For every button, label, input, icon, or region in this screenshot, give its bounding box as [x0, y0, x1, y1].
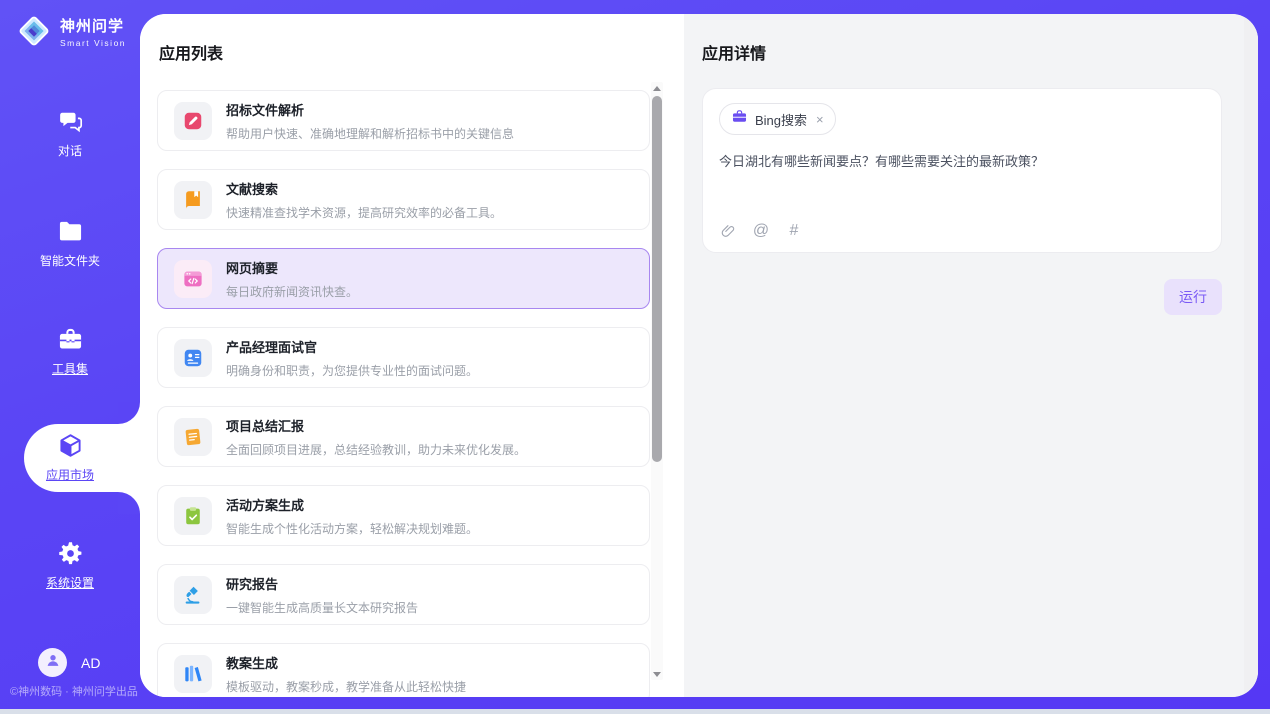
bubble-curve-bottom: [118, 492, 140, 514]
app-item-title: 研究报告: [226, 574, 418, 593]
avatar: [38, 648, 67, 677]
app-item-description: 每日政府新闻资讯快查。: [226, 283, 358, 300]
clipboard-check-icon: [174, 497, 212, 535]
mention-icon[interactable]: @: [752, 222, 770, 240]
folder-icon: [57, 218, 84, 245]
sidebar-item-label: 工具集: [52, 360, 88, 377]
books-icon: [174, 655, 212, 693]
detail-scrollbar-track[interactable]: [1244, 14, 1258, 697]
app-list-item[interactable]: 网页摘要 每日政府新闻资讯快查。: [157, 248, 650, 309]
remove-tool-icon[interactable]: ×: [816, 112, 824, 127]
research-icon: [174, 576, 212, 614]
topic-icon[interactable]: #: [785, 222, 803, 240]
app-list-scrollbar[interactable]: [651, 82, 663, 680]
app-item-description: 智能生成个性化活动方案，轻松解决规划难题。: [226, 520, 478, 537]
prompt-input[interactable]: 今日湖北有哪些新闻要点？有哪些需要关注的最新政策？: [719, 152, 1205, 172]
sidebar-item-1[interactable]: 对话: [0, 108, 140, 159]
app-list-item[interactable]: 文献搜索 快速精准查找学术资源，提高研究效率的必备工具。: [157, 169, 650, 230]
scroll-down-arrow-icon[interactable]: [651, 668, 663, 680]
main-content-card: 应用列表 招标文件解析 帮助用户快速、准确地理解和解析招标书中的关键信息 文献搜…: [140, 14, 1258, 697]
scrollbar-thumb[interactable]: [652, 96, 662, 462]
app-item-title: 教案生成: [226, 653, 466, 672]
briefcase-icon: [731, 108, 748, 130]
web-code-icon: [174, 260, 212, 298]
app-list-item[interactable]: 项目总结汇报 全面回顾项目进展，总结经验教训，助力未来优化发展。: [157, 406, 650, 467]
user-icon: [44, 651, 62, 674]
app-list-title: 应用列表: [159, 40, 650, 64]
app-item-title: 文献搜索: [226, 179, 502, 198]
prompt-card: Bing搜索 × 今日湖北有哪些新闻要点？有哪些需要关注的最新政策？ @#: [702, 88, 1222, 253]
app-detail-title: 应用详情: [702, 40, 1222, 64]
paperclip-icon[interactable]: [719, 222, 737, 240]
run-button[interactable]: 运行: [1164, 279, 1222, 315]
book-icon: [174, 181, 212, 219]
sidebar-item-label: 应用市场: [46, 466, 94, 483]
brand-name: 神州问学: [60, 15, 126, 36]
user-chip[interactable]: AD: [38, 648, 100, 677]
app-list-panel: 应用列表 招标文件解析 帮助用户快速、准确地理解和解析招标书中的关键信息 文献搜…: [140, 14, 684, 697]
app-list-item[interactable]: 活动方案生成 智能生成个性化活动方案，轻松解决规划难题。: [157, 485, 650, 546]
sidebar: 神州问学 Smart Vision 对话 智能文件夹 工具集 应用市场 系统设置…: [0, 0, 140, 709]
brand-logo: 神州问学 Smart Vision: [16, 13, 126, 49]
window-bottom-edge: [0, 709, 1270, 714]
app-item-description: 快速精准查找学术资源，提高研究效率的必备工具。: [226, 204, 502, 221]
sidebar-item-4[interactable]: 应用市场: [0, 432, 140, 483]
sidebar-item-3[interactable]: 工具集: [0, 326, 140, 377]
app-item-title: 网页摘要: [226, 258, 358, 277]
sidebar-item-label: 系统设置: [46, 574, 94, 591]
copyright-footer: ©神州数码 · 神州问学出品: [10, 683, 138, 699]
app-detail-panel: 应用详情 Bing搜索 × 今日湖北有哪些新闻要点？有哪些需要关注的最新政策？ …: [684, 14, 1258, 697]
scroll-up-arrow-icon[interactable]: [651, 82, 663, 94]
app-item-description: 模板驱动，教案秒成，教学准备从此轻松快捷: [226, 678, 466, 695]
sidebar-item-5[interactable]: 系统设置: [0, 540, 140, 591]
app-item-description: 全面回顾项目进展，总结经验教训，助力未来优化发展。: [226, 441, 526, 458]
app-list-item[interactable]: 产品经理面试官 明确身份和职责，为您提供专业性的面试问题。: [157, 327, 650, 388]
app-item-description: 一键智能生成高质量长文本研究报告: [226, 599, 418, 616]
chat-icon: [57, 108, 84, 135]
sidebar-item-2[interactable]: 智能文件夹: [0, 218, 140, 269]
summary-note-icon: [174, 418, 212, 456]
app-list-item[interactable]: 教案生成 模板驱动，教案秒成，教学准备从此轻松快捷: [157, 643, 650, 697]
app-list-item[interactable]: 研究报告 一键智能生成高质量长文本研究报告: [157, 564, 650, 625]
tool-tag-label: Bing搜索: [755, 110, 807, 129]
sidebar-item-label: 智能文件夹: [40, 252, 100, 269]
gear-icon: [57, 540, 84, 567]
interview-icon: [174, 339, 212, 377]
app-item-title: 活动方案生成: [226, 495, 478, 514]
cube-icon: [57, 432, 84, 459]
document-edit-icon: [174, 102, 212, 140]
tool-tag-bing-search[interactable]: Bing搜索 ×: [719, 103, 836, 135]
app-list: 招标文件解析 帮助用户快速、准确地理解和解析招标书中的关键信息 文献搜索 快速精…: [157, 90, 650, 697]
app-item-description: 帮助用户快速、准确地理解和解析招标书中的关键信息: [226, 125, 514, 142]
app-list-item[interactable]: 招标文件解析 帮助用户快速、准确地理解和解析招标书中的关键信息: [157, 90, 650, 151]
app-item-title: 产品经理面试官: [226, 337, 478, 356]
bubble-curve-top: [118, 402, 140, 424]
sidebar-item-label: 对话: [58, 142, 82, 159]
user-name: AD: [81, 655, 100, 671]
toolbox-icon: [57, 326, 84, 353]
attachment-toolbar: @#: [719, 222, 803, 240]
app-item-title: 项目总结汇报: [226, 416, 526, 435]
app-item-title: 招标文件解析: [226, 100, 514, 119]
diamond-logo-icon: [16, 13, 52, 49]
brand-subtitle: Smart Vision: [60, 38, 126, 48]
run-row: 运行: [702, 279, 1222, 315]
app-item-description: 明确身份和职责，为您提供专业性的面试问题。: [226, 362, 478, 379]
